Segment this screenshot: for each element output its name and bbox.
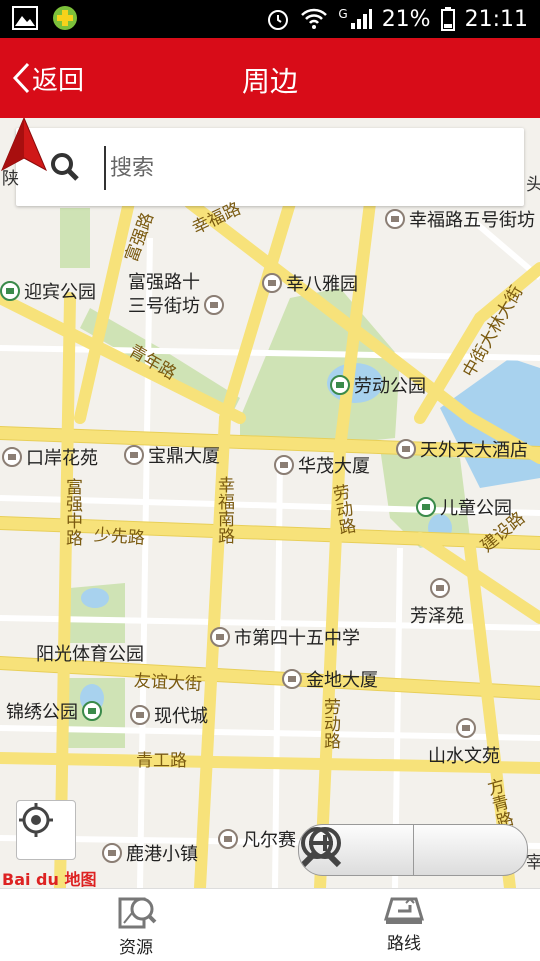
map-poi[interactable]: 芳泽苑 <box>410 578 464 628</box>
map-poi[interactable]: 幸福路五号街坊 <box>385 206 535 232</box>
search-input[interactable] <box>104 146 512 190</box>
map-poi[interactable]: 鹿港小镇 <box>102 840 198 866</box>
map-poi[interactable]: 三号街坊 <box>128 292 224 318</box>
map-poi[interactable]: 华茂大厦 <box>274 452 370 478</box>
zoom-in-icon <box>300 827 341 868</box>
status-left <box>12 5 78 31</box>
building-icon <box>385 209 405 229</box>
edge-label: 头 <box>526 175 540 195</box>
zoom-in-button[interactable] <box>300 825 528 875</box>
app-notification-icon <box>53 6 77 30</box>
map-poi[interactable]: 金地大厦 <box>282 666 378 692</box>
park-icon <box>82 701 102 721</box>
map-poi[interactable]: 现代城 <box>130 702 208 728</box>
map-poi[interactable]: 口岸花苑 <box>2 444 98 470</box>
map-poi[interactable]: 锦绣公园 <box>6 698 102 724</box>
map-view[interactable]: 陕 头 宰 幸福路五号街坊 富强路十 三号街坊 幸八雅园 迎宾公园 劳动公园 口… <box>0 118 540 888</box>
lake <box>81 588 109 608</box>
title-bar: 返回 周边 <box>0 38 540 118</box>
zoom-control <box>298 824 528 876</box>
park-icon <box>416 497 436 517</box>
network-type: G <box>338 7 348 21</box>
minor-roads <box>0 215 540 888</box>
page-title: 周边 <box>241 65 298 98</box>
building-icon <box>102 843 122 863</box>
road-label: 幸福南路 <box>214 476 234 544</box>
map-poi[interactable]: 山水文苑 <box>428 718 500 768</box>
map-poi[interactable]: 天外天大酒店 <box>396 436 528 462</box>
building-icon <box>430 578 450 598</box>
battery-percent: 21% <box>381 6 431 32</box>
building-icon <box>282 669 302 689</box>
road-label: 青工路 <box>136 751 187 771</box>
current-location-marker <box>0 118 48 172</box>
tab-resources[interactable]: 资源 <box>96 893 176 958</box>
map-poi[interactable]: 富强路十 <box>128 268 200 294</box>
resources-icon <box>118 897 157 929</box>
battery-icon <box>440 7 455 31</box>
building-icon <box>2 447 22 467</box>
building-icon <box>218 829 238 849</box>
tab-label: 路线 <box>387 934 421 954</box>
bottom-tab-bar: 资源 路线 <box>0 888 540 961</box>
map-poi[interactable]: 市第四十五中学 <box>210 624 360 650</box>
tab-label: 资源 <box>119 938 153 958</box>
building-icon <box>124 445 144 465</box>
signal-icon <box>350 9 372 29</box>
alarm-icon <box>268 10 289 30</box>
status-bar: G 21% 21:11 <box>0 0 540 38</box>
park-area <box>60 208 90 268</box>
building-icon <box>456 718 476 738</box>
map-poi[interactable]: 迎宾公园 <box>0 278 96 304</box>
hotel-icon <box>396 439 416 459</box>
locate-button[interactable] <box>16 800 76 860</box>
clock: 21:11 <box>464 6 528 32</box>
search-icon[interactable] <box>50 152 80 182</box>
crosshair-icon <box>19 803 53 837</box>
map-poi[interactable]: 劳动公园 <box>330 372 426 398</box>
road-label: 劳动路 <box>320 698 340 749</box>
map-poi[interactable]: 阳光体育公园 <box>36 640 144 666</box>
building-icon <box>274 455 294 475</box>
building-icon <box>204 295 224 315</box>
road-label: 少先路 <box>93 525 146 549</box>
building-icon <box>262 273 282 293</box>
map-poi[interactable]: 宝鼎大厦 <box>124 442 220 468</box>
status-right: G 21% 21:11 <box>266 4 528 34</box>
school-icon <box>210 627 230 647</box>
park-icon <box>330 375 350 395</box>
route-icon <box>383 897 425 924</box>
building-icon <box>130 705 150 725</box>
road-label: 富强中路 <box>62 478 82 546</box>
edge-label: 宰 <box>526 853 540 873</box>
search-bar <box>16 128 524 206</box>
map-poi[interactable]: 凡尔赛 <box>218 826 296 852</box>
park-icon <box>0 281 20 301</box>
wifi-icon <box>301 8 328 29</box>
baidu-logo: Bai du 地图 <box>2 870 97 888</box>
park-area <box>240 288 400 448</box>
map-poi[interactable]: 幸八雅园 <box>262 270 358 296</box>
image-icon <box>12 6 38 30</box>
tab-route[interactable]: 路线 <box>364 893 444 954</box>
road-label: 友谊大街 <box>133 671 203 695</box>
